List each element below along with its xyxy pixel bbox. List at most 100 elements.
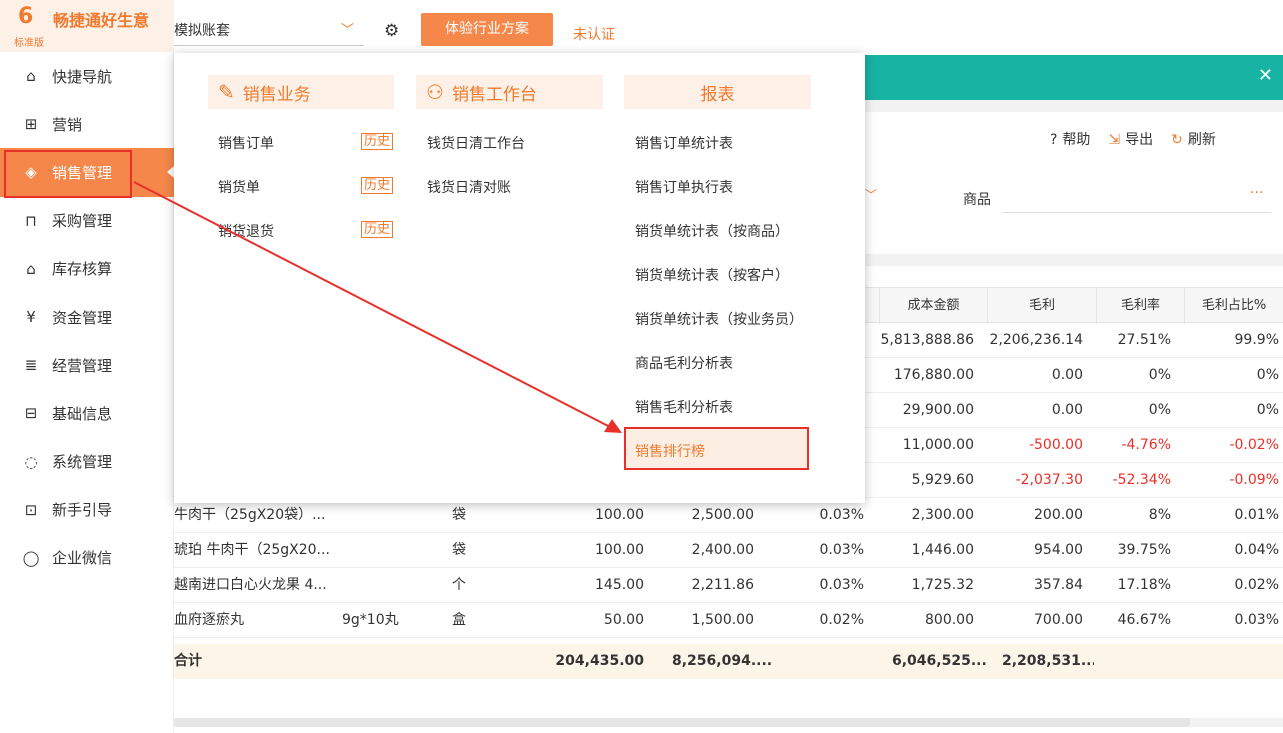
menu-item-report[interactable]: 销货单统计表（按客户） (635, 265, 789, 285)
cell-profit: 0.00 (1051, 367, 1083, 383)
cell-share: 0% (1256, 367, 1279, 383)
cell-name: 越南进口白心火龙果 4... (174, 577, 327, 593)
sidebar-item[interactable]: ◯ 企业微信 (0, 534, 174, 582)
sidebar-item-label: 企业微信 (52, 549, 113, 568)
header-profit-rate: 毛利率 (1096, 288, 1184, 324)
menu-item-sales-business[interactable]: 销售订单 (218, 133, 274, 153)
cell-profit: 200.00 (1034, 507, 1083, 523)
sidebar-item[interactable]: ⊟ 基础信息 (0, 389, 174, 437)
menu-item-sales-workbench[interactable]: 钱货日清工作台 (427, 133, 525, 153)
table-row[interactable]: 牛肉干（25gX20袋）... 袋 100.00 2,500.00 0.03% 2,300… (174, 498, 1283, 533)
sales-workbench-column: ⚇ 销售工作台 (416, 75, 603, 109)
sidebar-item[interactable]: ⊞ 营销 (0, 100, 174, 148)
scrollbar-track (1190, 718, 1283, 727)
menu-item-report[interactable]: 销售毛利分析表 (635, 397, 733, 417)
cell-unit: 袋 (452, 542, 466, 558)
total-row: 合计 204,435.00 8,256,094.... 6,046,525...… (174, 644, 1283, 679)
cell-profit: -2,037.30 (1015, 472, 1083, 488)
menu-item-sales-business[interactable]: 销货单 (218, 177, 260, 197)
cell-amount: 2,400.00 (691, 542, 754, 558)
menu-item-report[interactable]: 销货单统计表（按商品） (635, 221, 789, 241)
help-button[interactable]: ? 帮助 (1050, 129, 1090, 149)
refresh-button[interactable]: ↻ 刷新 (1171, 129, 1216, 149)
trial-industry-button[interactable]: 体验行业方案 (421, 13, 553, 46)
total-label: 合计 (174, 653, 202, 669)
sidebar-nav: ⌂ 快捷导航 ⊞ 营销 ◈ 销售管理 ⊓ 采购管理 ⌂ 库存核算 ¥ 资金管理 ≣ 经营管理 ⊟ 基础信息 ◌ 系… (0, 52, 174, 582)
cell-amount: 2,211.86 (691, 577, 754, 593)
close-icon[interactable]: ✕ (1258, 65, 1273, 86)
unverified-link[interactable]: 未认证 (573, 24, 615, 44)
cell-cost: 1,725.32 (911, 577, 974, 593)
sidebar-item[interactable]: ⌂ 快捷导航 (0, 52, 174, 100)
menu-item-report[interactable]: 销货单统计表（按业务员） (635, 309, 803, 329)
total-profit: 2,208,531.... (1002, 653, 1094, 669)
logo-brand: 畅捷通好生意 (53, 11, 150, 30)
sidebar-item[interactable]: ⌂ 库存核算 (0, 245, 174, 293)
more-icon[interactable]: ··· (1250, 185, 1263, 201)
cell-spec (342, 568, 422, 603)
sidebar-item[interactable]: ¥ 资金管理 (0, 293, 174, 341)
refresh-label: 刷新 (1187, 132, 1216, 148)
export-button[interactable]: ⇲ 导出 (1108, 129, 1153, 149)
workbench-icon: ⚇ (426, 80, 444, 104)
menu-item-report[interactable]: 商品毛利分析表 (635, 353, 733, 373)
menu-item-report[interactable]: 销售排行榜 (635, 441, 705, 461)
home-icon: ⌂ (26, 67, 36, 86)
history-button[interactable]: 历史 (361, 133, 394, 150)
new-icon: ⊡ (24, 500, 38, 519)
cell-cost: 11,000.00 (902, 437, 974, 453)
cell-rate: 17.18% (1117, 577, 1171, 593)
reports-header: 报表 (624, 75, 811, 109)
wechat-icon: ◯ (22, 548, 40, 567)
product-filter-input[interactable] (1003, 212, 1271, 213)
menu-item-report[interactable]: 销售订单统计表 (635, 133, 733, 153)
cell-rate: 0% (1148, 402, 1171, 418)
history-button[interactable]: 历史 (361, 221, 394, 238)
cell-profit: 357.84 (1034, 577, 1083, 593)
account-selector[interactable]: 模拟账套 ﹀ (174, 16, 364, 46)
sidebar-item[interactable]: ⊓ 采购管理 (0, 197, 174, 245)
total-qty: 204,435.00 (555, 653, 644, 669)
sales-workbench-title: 销售工作台 (451, 84, 537, 105)
sidebar-item-label: 快捷导航 (52, 67, 113, 86)
gear-icon[interactable]: ⚙ (384, 21, 399, 41)
chevron-down-icon: ﹀ (340, 23, 354, 38)
cell-share: 0.03% (1234, 612, 1279, 628)
horizontal-scrollbar[interactable] (174, 718, 1190, 727)
help-label: 帮助 (1062, 132, 1091, 148)
table-row[interactable]: 越南进口白心火龙果 4... 个 145.00 2,211.86 0.03% 1,725.… (174, 568, 1283, 603)
sidebar-item[interactable]: ⊡ 新手引导 (0, 486, 174, 534)
sidebar-item-label: 新手引导 (52, 501, 113, 520)
export-icon: ⇲ (1108, 132, 1121, 148)
header-profit: 毛利 (987, 288, 1096, 324)
sales-workbench-header: ⚇ 销售工作台 (416, 75, 603, 109)
sales-business-header: ✎ 销售业务 (208, 75, 394, 109)
menu-item-sales-business[interactable]: 销货退货 (218, 221, 274, 241)
cell-name: 血府逐瘀丸 (174, 612, 244, 628)
table-row[interactable]: 血府逐瘀丸 9g*10丸 盒 50.00 1,500.00 0.02% 800.00 700.… (174, 603, 1283, 638)
cell-rate: 0% (1148, 367, 1171, 383)
cell-profit: 2,206,236.14 (989, 332, 1083, 348)
logo-mark: 6 (18, 4, 34, 29)
cell-cost: 176,880.00 (893, 367, 974, 383)
cell-qty: 100.00 (595, 507, 644, 523)
cell-amount: 2,500.00 (691, 507, 754, 523)
cell-name: 牛肉干（25gX20袋）... (174, 507, 326, 523)
table-row[interactable]: 琥珀 牛肉干（25gX20... 袋 100.00 2,400.00 0.03% 1,44… (174, 533, 1283, 568)
reports-title: 报表 (700, 84, 735, 105)
money-icon: ¥ (26, 308, 36, 327)
warehouse-icon: ⌂ (26, 259, 36, 278)
id-card-icon: ⊟ (24, 404, 38, 423)
cell-profit: 700.00 (1034, 612, 1083, 628)
cell-profit: 954.00 (1034, 542, 1083, 558)
sidebar-item[interactable]: ◌ 系统管理 (0, 438, 174, 486)
export-label: 导出 (1125, 132, 1154, 148)
sidebar-item[interactable]: ≣ 经营管理 (0, 341, 174, 389)
menu-item-report[interactable]: 销售订单执行表 (635, 177, 733, 197)
history-button[interactable]: 历史 (361, 177, 394, 194)
cell-cost: 5,929.60 (911, 472, 974, 488)
cell-rate: -4.76% (1121, 437, 1171, 453)
reports-column: 报表 (624, 75, 811, 109)
chevron-down-icon[interactable]: ﹀ (865, 186, 877, 203)
menu-item-sales-workbench[interactable]: 钱货日清对账 (427, 177, 511, 197)
